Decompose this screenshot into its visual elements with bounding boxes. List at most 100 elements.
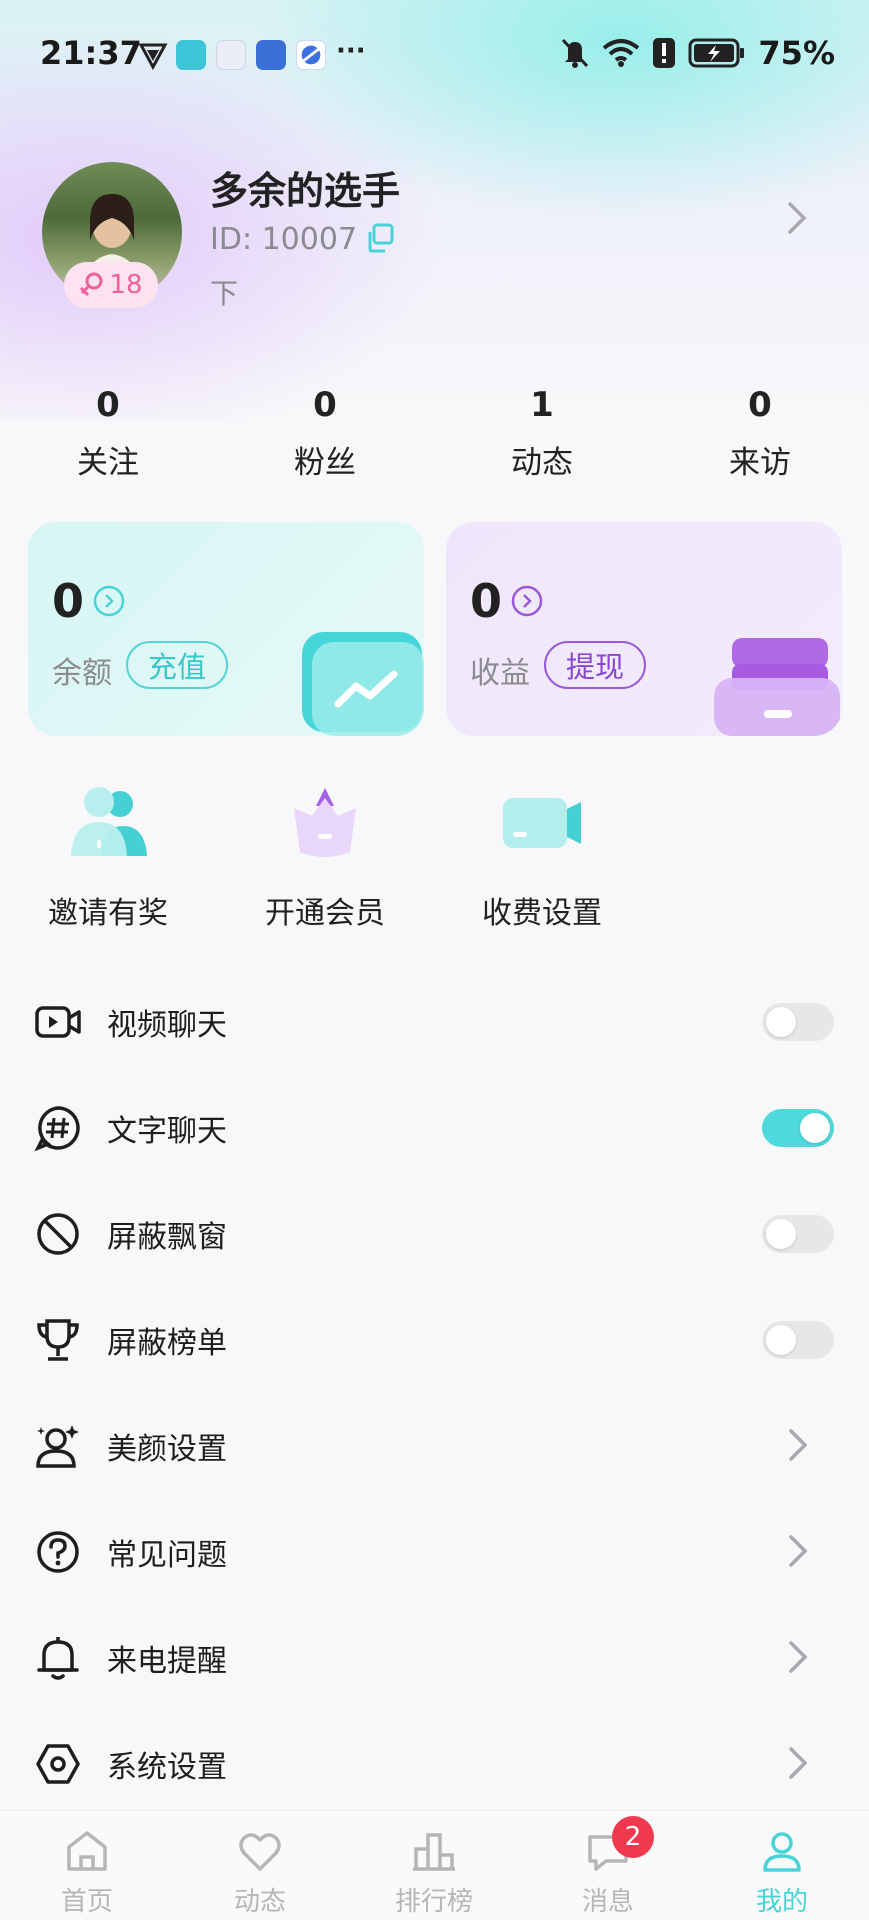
video-fee-icon [503,798,581,848]
stat-value: 0 [313,385,337,425]
settings-hex-icon [36,1744,80,1784]
chevron-right-icon [789,1429,808,1461]
tab-label: 排行榜 [394,1887,473,1917]
settings-row-label: 文字聊天 [107,1114,227,1149]
block-icon [37,1213,79,1255]
settings-row-system[interactable]: 系统设置 [0,1708,869,1814]
income-value: 0 [470,574,503,628]
settings-row-faq[interactable]: 常见问题 [0,1496,869,1602]
settings-row-beauty[interactable]: 美颜设置 [0,1390,869,1496]
invite-users-icon [71,787,147,856]
settings-row-label: 系统设置 [107,1750,227,1785]
browser-app-icon [296,40,326,70]
stat-fans[interactable]: 0 粉丝 [255,385,395,482]
settings-row-call-reminder[interactable]: 来电提醒 [0,1602,869,1708]
stat-following[interactable]: 0 关注 [38,385,178,482]
video-camera-icon [35,1006,81,1038]
block-popup-toggle[interactable] [762,1215,834,1253]
fee-settings-action[interactable]: 收费设置 [452,782,632,932]
profile-subtitle: 下 [210,277,239,310]
stat-label: 来访 [729,445,791,481]
bell-icon [37,1637,79,1680]
status-more: ··· [336,36,366,66]
hashtag-chat-icon [34,1106,80,1152]
circle-arrow-icon[interactable] [510,584,544,618]
wifi-icon [603,39,640,67]
heart-icon [239,1833,281,1871]
alert-icon [653,38,676,68]
chevron-right-icon [789,1747,808,1779]
chevron-right-icon [789,1535,808,1567]
stat-value: 0 [748,385,772,425]
stat-label: 动态 [511,445,573,481]
status-bar: 21:37 ··· 75% [0,0,869,110]
beauty-face-icon [36,1425,79,1468]
bottom-tab-bar: 首页 动态 排行榜 消息 我的 [0,1810,869,1920]
mute-icon [562,38,589,68]
invite-reward-action[interactable]: 邀请有奖 [18,782,198,932]
recharge-button[interactable]: 充值 [126,641,229,689]
block-ranking-toggle[interactable] [762,1321,834,1359]
tab-moments[interactable]: 动态 [200,1829,320,1918]
income-label: 收益 [470,656,530,691]
open-vip-action[interactable]: 开通会员 [235,782,415,932]
profile-name: 多余的选手 [210,169,401,213]
balance-card[interactable]: 0 余额 充值 [28,522,424,736]
message-badge: 2 [612,1816,654,1858]
settings-row-label: 美颜设置 [107,1432,227,1467]
age-gender-badge: 18 [64,262,158,308]
tab-label: 消息 [581,1887,634,1917]
chart-card-icon [302,632,424,736]
home-icon [67,1831,107,1871]
settings-row-label: 屏蔽飘窗 [107,1220,227,1255]
settings-row-block-ranking: 屏蔽榜单 [0,1284,869,1390]
toggle-knob [766,1219,796,1249]
stat-visitors[interactable]: 0 来访 [690,385,830,482]
tab-ranking[interactable]: 排行榜 [374,1829,494,1918]
vpn-icon [138,43,168,70]
toggle-knob [766,1325,796,1355]
reader-app-icon [176,40,206,70]
tab-home[interactable]: 首页 [27,1829,147,1918]
settings-row-label: 视频聊天 [107,1008,227,1043]
profile-id: ID: 10007 [210,222,358,257]
withdraw-button[interactable]: 提现 [544,641,647,689]
stat-label: 关注 [77,445,139,481]
balance-value: 0 [52,574,85,628]
video-chat-toggle[interactable] [762,1003,834,1041]
trophy-icon [37,1319,79,1361]
female-icon [80,272,103,297]
question-icon [37,1531,79,1573]
app-icon [216,40,246,70]
tab-mine[interactable]: 我的 [722,1829,842,1918]
tab-label: 首页 [60,1887,113,1917]
battery-percent: 75% [758,34,835,72]
tab-label: 动态 [233,1887,286,1917]
income-card[interactable]: 0 收益 提现 [446,522,842,736]
age-value: 18 [109,270,143,300]
vip-crown-icon [294,788,356,857]
ranking-icon [413,1833,455,1871]
settings-row-label: 屏蔽榜单 [107,1326,227,1361]
settings-row-video-chat: 视频聊天 [0,966,869,1072]
quick-action-label: 开通会员 [265,896,385,931]
status-time: 21:37 [40,34,142,72]
avatar-container[interactable]: 18 [42,162,182,308]
stat-posts[interactable]: 1 动态 [472,385,612,482]
balance-label: 余额 [52,656,112,691]
profile-icon [763,1832,801,1872]
toggle-knob [800,1113,830,1143]
settings-row-text-chat: 文字聊天 [0,1072,869,1178]
chevron-right-icon [789,1641,808,1673]
chevron-right-icon[interactable] [786,200,808,236]
stat-value: 1 [530,385,554,425]
settings-row-label: 来电提醒 [107,1644,227,1679]
text-chat-toggle[interactable] [762,1109,834,1147]
toggle-knob [766,1007,796,1037]
wallet-card-icon [714,638,840,736]
battery-charging-icon [688,38,745,68]
quick-action-label: 收费设置 [482,896,602,931]
circle-arrow-icon[interactable] [92,584,126,618]
settings-row-block-popup: 屏蔽飘窗 [0,1178,869,1284]
copy-icon[interactable] [364,222,396,254]
